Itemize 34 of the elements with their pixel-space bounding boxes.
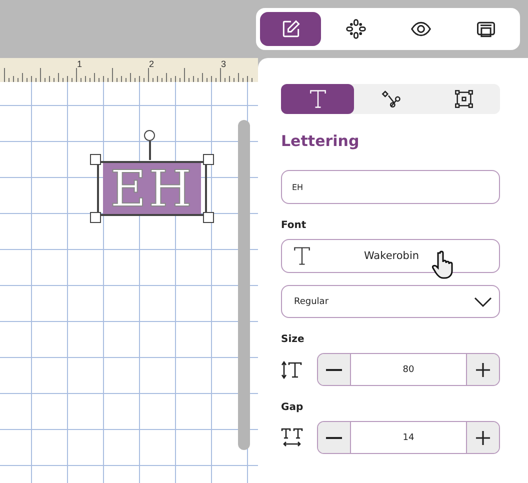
- size-label: Size: [281, 334, 306, 345]
- resize-handle[interactable]: [90, 154, 101, 165]
- bounding-box-icon: [454, 89, 474, 109]
- panel-tab[interactable]: [281, 84, 354, 114]
- plus-icon: [476, 430, 490, 444]
- rotate-handle[interactable]: [144, 130, 155, 141]
- arrange-icon: [344, 18, 366, 40]
- resize-handle[interactable]: [90, 212, 101, 223]
- ruler-label: 1: [77, 59, 82, 69]
- minus-button[interactable]: [318, 354, 350, 385]
- selection-box[interactable]: [97, 161, 207, 216]
- text-size-icon: [281, 360, 303, 380]
- rotate-line: [149, 141, 150, 160]
- ruler-label: 3: [221, 59, 226, 69]
- gap-label: Gap: [281, 402, 304, 413]
- toolbar-button[interactable]: [260, 12, 321, 46]
- font-label: Font: [281, 220, 308, 231]
- lettering-text: EH: [103, 163, 201, 214]
- plus-button[interactable]: [467, 422, 499, 453]
- letter-spacing-icon: [281, 426, 303, 448]
- minus-icon: [326, 436, 342, 438]
- panel-title: Lettering: [281, 132, 360, 150]
- scrollbar[interactable]: [238, 120, 250, 450]
- plus-icon: [476, 362, 490, 376]
- resize-handle[interactable]: [203, 154, 214, 165]
- text-input[interactable]: EH: [281, 170, 500, 204]
- plus-button[interactable]: [467, 354, 499, 385]
- chevron-down-icon: [473, 296, 493, 308]
- scissors-icon: [380, 89, 400, 109]
- style-dropdown[interactable]: Regular: [281, 285, 500, 318]
- ruler-label: 2: [149, 59, 154, 69]
- minus-icon: [326, 368, 342, 370]
- minus-button[interactable]: [318, 422, 350, 453]
- resize-handle[interactable]: [203, 212, 214, 223]
